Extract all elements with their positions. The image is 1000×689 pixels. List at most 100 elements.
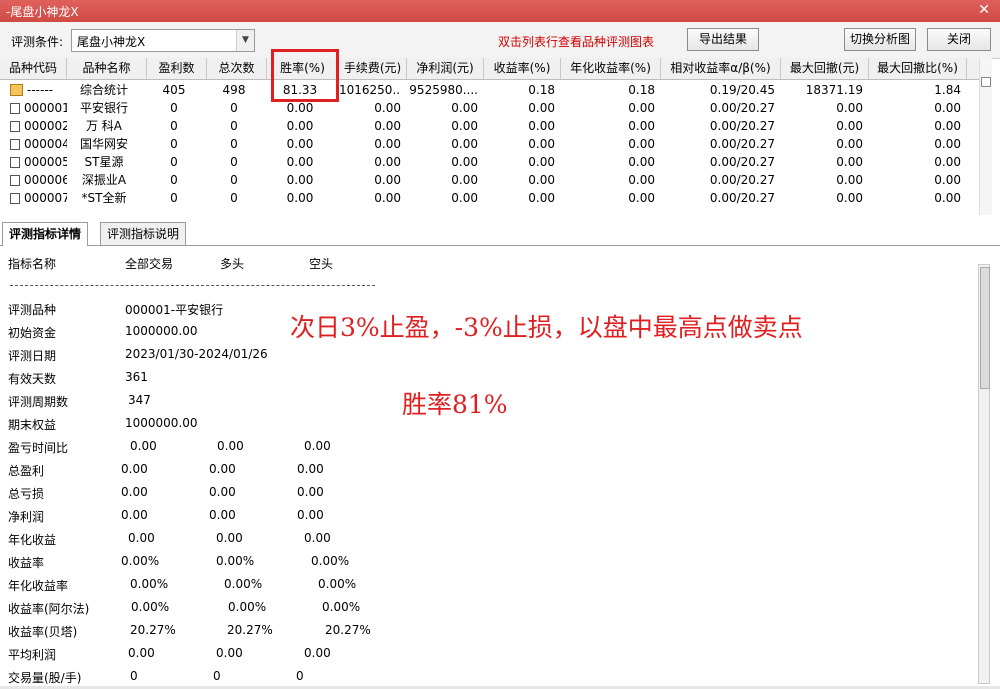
window-title: -尾盘小神龙X [6,5,79,19]
cell-max-drawdown-ratio: 0.00 [934,101,961,115]
metric-long-value: 0.00 [209,485,236,499]
cell-fee: 0.00 [374,191,401,205]
cell-win-rate: 0.00 [286,173,314,187]
cell-return: 0.00 [528,137,555,151]
tab-metric-details[interactable]: 评测指标详情 [2,222,89,246]
scroll-thumb[interactable] [981,77,991,87]
info-value: 361 [125,370,148,384]
cell-return: 0.18 [528,83,555,97]
col-header-net-profit[interactable]: 净利润(元) [407,58,484,79]
col-header-return[interactable]: 收益率(%) [484,58,561,79]
cell-total-count: 0 [230,119,238,133]
cell-net-profit: 0.00 [451,101,478,115]
col-header-name[interactable]: 品种名称 [67,58,147,79]
info-label: 初始资金 [8,326,57,340]
cell-total-count: 498 [222,83,246,97]
info-label: 评测日期 [8,349,57,363]
cell-win-rate: 0.00 [286,191,314,205]
cell-win-rate: 0.00 [286,155,314,169]
cell-code: 000007 [10,189,67,207]
metric-all-value: 0.00% [130,577,169,591]
condition-label: 评测条件: [11,35,64,49]
metric-all-value: 0.00 [130,439,157,453]
tab-metric-description[interactable]: 评测指标说明 [100,222,187,245]
col-header-relative-return[interactable]: 相对收益率α/β(%) [661,58,781,79]
metric-all-value: 0.00 [128,646,155,660]
chevron-down-icon[interactable]: ▼ [236,30,254,51]
table-row[interactable]: 000004 国华网安 0 0 0.00 0.00 0.00 0.00 0.00 0.00/20.… [0,135,980,153]
scroll-thumb[interactable] [980,267,990,389]
toolbar: 评测条件: 尾盘小神龙X ▼ 双击列表行查看品种评测图表 导出结果 切换分析图 … [0,22,1000,59]
title-bar: -尾盘小神龙X ✕ [0,0,1000,22]
metric-short-value: 20.27% [325,623,371,637]
col-header-fee[interactable]: 手续费(元) [339,58,407,79]
metric-label: 净利润 [8,510,45,524]
info-value: 347 [128,393,151,407]
cell-code: 000004 [10,135,67,153]
table-scrollbar[interactable] [979,58,992,215]
metric-all-value: 0.00 [121,508,148,522]
col-header-total-count[interactable]: 总次数 [207,58,267,79]
close-icon[interactable]: ✕ [978,2,990,18]
cell-win-count: 0 [170,119,178,133]
metric-long-value: 0.00 [209,508,236,522]
cell-code: 000005 [10,153,67,171]
switch-chart-button[interactable]: 切换分析图 [844,28,916,51]
cell-fee: 1016250.... [339,83,401,97]
metric-short-value: 0.00% [318,577,357,591]
cell-fee: 0.00 [374,137,401,151]
info-label: 评测周期数 [8,395,69,409]
metric-name-header: 指标名称 [8,257,57,271]
table-row[interactable]: 000002 万 科A 0 0 0.00 0.00 0.00 0.00 0.00 0.00/20.… [0,117,980,135]
cell-win-count: 0 [170,173,178,187]
export-button[interactable]: 导出结果 [687,28,759,51]
cell-win-count: 405 [162,83,186,97]
cell-max-drawdown: 0.00 [836,155,863,169]
detail-scrollbar[interactable] [978,264,990,684]
info-label: 评测品种 [8,303,57,317]
info-value: 000001-平安银行 [125,303,224,317]
cell-max-drawdown-ratio: 0.00 [934,137,961,151]
cell-annual-return: 0.00 [628,191,655,205]
summary-icon [10,84,23,96]
cell-code: 000002 [10,117,67,135]
col-header-max-drawdown-ratio[interactable]: 最大回撤比(%) [869,58,967,79]
table-row[interactable]: 000006 深振业A 0 0 0.00 0.00 0.00 0.00 0.00 0.00/20.… [0,171,980,189]
col-header-win-count[interactable]: 盈利数 [147,58,207,79]
metric-all-value: 0.00% [121,554,160,568]
cell-max-drawdown-ratio: 0.00 [934,155,961,169]
document-icon [10,103,20,114]
condition-select[interactable]: 尾盘小神龙X ▼ [71,29,255,52]
col-header-code[interactable]: 品种代码 [0,58,67,79]
cell-fee: 0.00 [374,101,401,115]
cell-max-drawdown-ratio: 1.84 [934,83,961,97]
cell-win-count: 0 [170,155,178,169]
table-row[interactable]: 000007 *ST全新 0 0 0.00 0.00 0.00 0.00 0.00 0.00/20… [0,189,980,207]
table-row[interactable]: ------ 综合统计 405 498 81.33 1016250.... 9525980.… [0,81,980,99]
cell-return: 0.00 [528,191,555,205]
cell-net-profit: 0.00 [451,137,478,151]
metric-label: 收益率 [8,556,45,570]
close-button[interactable]: 关闭 [927,28,991,51]
metric-long-value: 0.00% [228,600,267,614]
col-header-max-drawdown[interactable]: 最大回撤(元) [781,58,869,79]
cell-net-profit: 0.00 [451,173,478,187]
divider [10,285,375,286]
metric-label: 收益率(阿尔法) [8,602,90,616]
cell-fee: 0.00 [374,155,401,169]
cell-annual-return: 0.00 [628,101,655,115]
cell-max-drawdown-ratio: 0.00 [934,173,961,187]
detail-tabs: 评测指标详情 评测指标说明 [0,222,1000,246]
table-row[interactable]: 000005 ST星源 0 0 0.00 0.00 0.00 0.00 0.00 0.00/20.… [0,153,980,171]
table-row[interactable]: 000001 平安银行 0 0 0.00 0.00 0.00 0.00 0.00 0.00/20.… [0,99,980,117]
cell-relative-return: 0.00/20.27 [709,191,775,205]
cell-relative-return: 0.00/20.27 [709,137,775,151]
metric-short-value: 0 [296,669,304,683]
cell-name: 深振业A [81,173,127,187]
cell-win-count: 0 [170,191,178,205]
cell-annual-return: 0.00 [628,155,655,169]
cell-annual-return: 0.00 [628,173,655,187]
cell-total-count: 0 [230,101,238,115]
metric-short-value: 0.00 [297,508,324,522]
col-header-annual-return[interactable]: 年化收益率(%) [561,58,661,79]
